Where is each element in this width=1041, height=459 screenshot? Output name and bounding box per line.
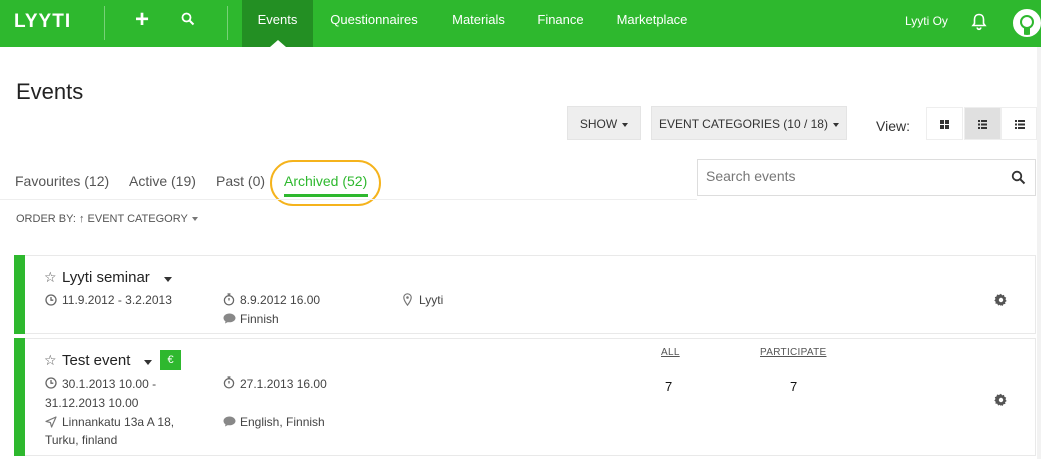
search-icon[interactable] (181, 12, 195, 26)
grid-view-button[interactable] (926, 107, 963, 140)
registration-deadline: 8.9.2012 16.00 (240, 293, 321, 307)
navigation-arrow-icon (45, 416, 57, 428)
event-categories-dropdown[interactable]: EVENT CATEGORIES (10 / 18) (651, 106, 847, 140)
event-card[interactable]: ☆ Test event € 30.1.2013 10.00 - 31.12.2… (14, 338, 1036, 456)
list-view-icon (978, 120, 987, 129)
search-events-box (697, 159, 1036, 196)
event-language: English, Finnish (240, 415, 325, 429)
event-card[interactable]: ☆ Lyyti seminar 11.9.2012 - 3.2.2013 8.9… (14, 255, 1036, 334)
nav-tab-questionnaires[interactable]: Questionnaires (322, 0, 426, 47)
order-by-label: ORDER BY: (16, 213, 76, 225)
location-pin-icon (403, 293, 412, 306)
view-label: View: (876, 118, 910, 134)
caret-down-icon[interactable] (144, 360, 152, 365)
stat-participate-label[interactable]: PARTICIPATE (760, 347, 826, 358)
nav-divider (104, 6, 105, 40)
event-dates-start: 30.1.2013 10.00 - (62, 377, 157, 391)
show-dropdown-label: SHOW (579, 117, 618, 131)
nav-tab-finance[interactable]: Finance (530, 0, 591, 47)
lyyti-logo[interactable]: LYYTI (14, 11, 71, 33)
stat-participate-value: 7 (790, 379, 798, 394)
event-title[interactable]: Test event (62, 352, 130, 369)
search-events-input[interactable] (706, 168, 996, 184)
grid-view-icon (940, 120, 949, 129)
tabs-divider (0, 199, 697, 200)
stat-all-value: 7 (665, 379, 673, 394)
nav-tab-marketplace[interactable]: Marketplace (607, 0, 697, 47)
gear-icon[interactable] (994, 393, 1008, 407)
gear-icon[interactable] (994, 293, 1008, 307)
page-title: Events (16, 79, 84, 104)
arrow-up-icon: ↑ (78, 213, 88, 225)
stopwatch-icon (223, 376, 235, 389)
nav-tab-materials[interactable]: Materials (443, 0, 514, 47)
tab-past[interactable]: Past (0) (216, 173, 265, 189)
star-icon[interactable]: ☆ (44, 352, 57, 369)
nav-tab-events[interactable]: Events (242, 0, 313, 47)
compact-view-button[interactable] (1001, 107, 1037, 140)
user-avatar[interactable] (1013, 9, 1041, 37)
top-navbar: LYYTI + Events Questionnaires Materials … (0, 0, 1041, 47)
event-dates: 11.9.2012 - 3.2.2013 (62, 293, 172, 307)
tab-active[interactable]: Active (19) (129, 173, 196, 189)
speech-bubble-icon (223, 416, 236, 427)
caret-down-icon (622, 122, 629, 127)
clock-icon (45, 377, 57, 389)
bell-icon[interactable] (971, 13, 987, 31)
event-language: Finnish (240, 312, 279, 326)
add-icon[interactable]: + (135, 6, 149, 34)
event-address-line2: Turku, finland (45, 433, 118, 447)
event-dates-end: 31.12.2013 10.00 (45, 396, 139, 410)
event-categories-label: EVENT CATEGORIES (10 / 18) (659, 117, 828, 131)
event-status-stripe (14, 255, 25, 334)
order-by-value: EVENT CATEGORY (87, 213, 188, 225)
compact-view-icon (1015, 120, 1025, 129)
caret-down-icon[interactable] (164, 277, 172, 282)
stat-all-label[interactable]: ALL (661, 347, 680, 358)
nav-divider (227, 6, 228, 40)
page-scrollbar[interactable] (1037, 47, 1041, 459)
organization-name[interactable]: Lyyti Oy (905, 14, 948, 28)
registration-deadline: 27.1.2013 16.00 (240, 377, 327, 391)
show-dropdown[interactable]: SHOW (567, 106, 641, 140)
search-icon[interactable] (1011, 170, 1026, 185)
speech-bubble-icon (223, 313, 236, 324)
star-icon[interactable]: ☆ (44, 269, 57, 286)
tab-favourites[interactable]: Favourites (12) (15, 173, 109, 189)
event-address-line1: Linnankatu 13a A 18, (62, 415, 175, 429)
clock-icon (45, 294, 57, 306)
caret-down-icon (832, 122, 839, 127)
event-title[interactable]: Lyyti seminar (62, 269, 150, 286)
paid-event-badge: € (160, 350, 181, 370)
event-status-stripe (14, 338, 25, 456)
order-by-control[interactable]: ORDER BY: ↑ EVENT CATEGORY (16, 213, 198, 225)
user-icon (1020, 15, 1034, 35)
list-view-button[interactable] (964, 107, 1001, 140)
event-location: Lyyti (419, 293, 444, 307)
stopwatch-icon (223, 293, 235, 306)
caret-down-icon (191, 217, 198, 222)
